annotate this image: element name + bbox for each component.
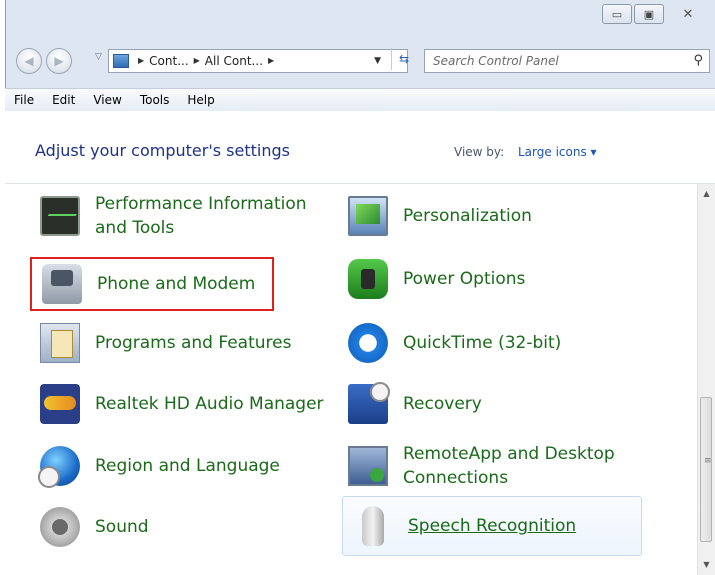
vertical-scrollbar[interactable]: ▲ ≡ ▼ xyxy=(697,184,715,575)
item-label: QuickTime (32-bit) xyxy=(403,333,562,353)
item-speech-recognition[interactable]: Speech Recognition xyxy=(342,496,642,556)
item-personalization[interactable]: Personalization xyxy=(338,186,638,246)
address-bar[interactable]: ▶ Cont... ▶ All Cont... ▶ ▼ xyxy=(108,49,408,73)
scroll-down-icon[interactable]: ▼ xyxy=(698,557,715,573)
item-label: Power Options xyxy=(403,269,526,289)
item-label: Recovery xyxy=(403,394,482,414)
item-label: Performance Information and Tools xyxy=(95,194,307,238)
back-button[interactable]: ◀ xyxy=(16,48,42,74)
item-label: Programs and Features xyxy=(95,333,292,353)
search-input[interactable]: Search Control Panel ⚲ xyxy=(424,49,710,73)
programs-icon xyxy=(40,323,80,363)
scrollbar-thumb[interactable]: ≡ xyxy=(700,397,712,542)
forward-arrow-icon: ▶ xyxy=(54,54,64,68)
quicktime-icon xyxy=(348,323,388,363)
view-by-dropdown[interactable]: Large icons ▾ xyxy=(518,145,597,159)
breadcrumb-separator-icon[interactable]: ▶ xyxy=(138,50,144,72)
speaker-icon xyxy=(40,507,80,547)
header-divider xyxy=(5,183,715,184)
item-label: Sound xyxy=(95,517,149,537)
recent-pages-dropdown-icon[interactable]: ▽ xyxy=(95,52,102,62)
address-row: ◀ ▶ ▽ ▶ Cont... ▶ All Cont... ▶ ▼ ⇆ Sear… xyxy=(16,48,710,74)
item-label: Speech Recognition xyxy=(408,516,577,536)
search-icon[interactable]: ⚲ xyxy=(693,50,703,72)
page-title: Adjust your computer's settings xyxy=(35,141,290,160)
item-programs-and-features[interactable]: Programs and Features xyxy=(30,313,330,373)
menu-edit[interactable]: Edit xyxy=(43,93,84,107)
refresh-icon: ⇆ xyxy=(398,52,410,66)
breadcrumb-separator-icon[interactable]: ▶ xyxy=(268,50,274,72)
menu-tools[interactable]: Tools xyxy=(131,93,179,107)
item-label: Region and Language xyxy=(95,456,280,476)
item-sound[interactable]: Sound xyxy=(30,497,330,557)
region-globe-icon xyxy=(38,446,80,488)
item-realtek-hd-audio[interactable]: Realtek HD Audio Manager xyxy=(30,374,330,434)
close-button[interactable]: ✕ xyxy=(666,4,710,24)
breadcrumb-separator-icon[interactable]: ▶ xyxy=(194,50,200,72)
item-region-and-language[interactable]: Region and Language xyxy=(30,436,330,496)
performance-icon xyxy=(40,196,80,236)
maximize-button[interactable]: ▣ xyxy=(634,4,664,24)
item-label: Phone and Modem xyxy=(97,274,256,294)
item-label: Personalization xyxy=(403,206,532,226)
microphone-icon xyxy=(362,506,384,546)
item-label: Realtek HD Audio Manager xyxy=(95,394,324,414)
item-power-options[interactable]: Power Options xyxy=(338,249,638,309)
control-panel-icon xyxy=(113,54,129,68)
item-phone-and-modem[interactable]: Phone and Modem xyxy=(30,257,274,311)
battery-plug-icon xyxy=(348,259,388,299)
personalization-icon xyxy=(348,196,388,236)
breadcrumb-control-panel[interactable]: Cont... xyxy=(149,50,188,72)
item-remoteapp[interactable]: RemoteApp and Desktop Connections xyxy=(338,436,638,496)
menu-file[interactable]: File xyxy=(5,93,43,107)
item-quicktime[interactable]: QuickTime (32-bit) xyxy=(338,313,638,373)
view-by-label: View by: xyxy=(454,145,505,159)
menu-view[interactable]: View xyxy=(84,93,130,107)
address-dropdown-icon[interactable]: ▼ xyxy=(374,50,381,72)
control-panel-content: Adjust your computer's settings View by:… xyxy=(5,111,715,575)
item-label: RemoteApp and Desktop Connections xyxy=(403,444,615,488)
minimize-button[interactable]: ▭ xyxy=(602,4,632,24)
forward-button[interactable]: ▶ xyxy=(46,48,72,74)
item-recovery[interactable]: Recovery xyxy=(338,374,638,434)
scroll-up-icon[interactable]: ▲ xyxy=(698,186,715,202)
window-caption-buttons: ▭ ▣ ✕ xyxy=(602,4,710,24)
realtek-audio-icon xyxy=(40,384,80,424)
back-arrow-icon: ◀ xyxy=(24,54,34,68)
item-performance-information[interactable]: Performance Information and Tools xyxy=(30,186,330,246)
phone-modem-icon xyxy=(42,264,82,304)
menu-bar: File Edit View Tools Help xyxy=(5,88,715,112)
recovery-icon xyxy=(348,382,390,424)
remoteapp-icon xyxy=(348,446,388,486)
search-placeholder: Search Control Panel xyxy=(433,54,559,68)
grip-icon: ≡ xyxy=(704,456,712,466)
refresh-button[interactable]: ⇆ xyxy=(391,48,416,70)
menu-help[interactable]: Help xyxy=(178,93,223,107)
breadcrumb-all-items[interactable]: All Cont... xyxy=(205,50,263,72)
